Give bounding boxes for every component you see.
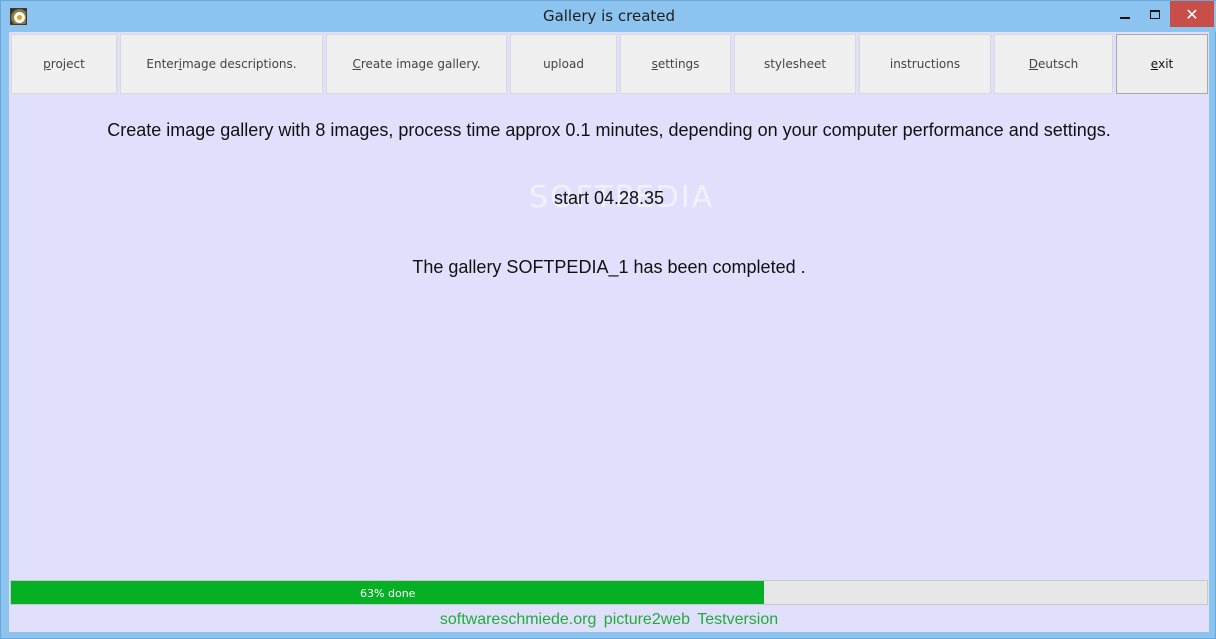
settings-button[interactable]: s ettings: [620, 34, 731, 94]
deutsch-button[interactable]: Deutsch: [994, 34, 1113, 94]
button-label: reate image gallery.: [360, 57, 481, 71]
button-label: ettings: [657, 57, 700, 71]
button-label: stylesheet: [763, 57, 827, 71]
footer-credits: softwareschmiede.org picture2web Testver…: [439, 611, 779, 628]
accelerator-key: D: [1028, 57, 1039, 71]
accelerator-key: e: [1150, 57, 1159, 71]
button-label: mage descriptions.: [181, 57, 297, 71]
maximize-button[interactable]: [1140, 1, 1170, 27]
exit-button[interactable]: e xit: [1116, 34, 1208, 94]
minimize-icon: [1120, 17, 1130, 19]
toolbar: p roject Enter i mage descriptions. Create…: [9, 34, 1209, 94]
close-button[interactable]: ✕: [1170, 1, 1214, 27]
button-label: eutsch: [1038, 57, 1079, 71]
start-time-message: start 04.28.35: [553, 188, 665, 208]
button-label: instructions: [889, 57, 961, 71]
button-label: xit: [1158, 57, 1174, 71]
completion-message: The gallery SOFTPEDIA_1 has been complet…: [412, 257, 806, 277]
enter-image-descriptions-button[interactable]: Enter i mage descriptions.: [120, 34, 323, 94]
button-label: upload: [543, 57, 584, 71]
button-label: roject: [50, 57, 85, 71]
process-message: Create image gallery with 8 images, proc…: [107, 120, 1111, 140]
upload-button[interactable]: upload: [510, 34, 617, 94]
instructions-button[interactable]: instructions: [859, 34, 991, 94]
title-bar[interactable]: Gallery is created ✕: [1, 1, 1216, 32]
progress-bar: 63% done: [10, 580, 1208, 605]
minimize-button[interactable]: [1110, 1, 1140, 27]
window-title: Gallery is created: [542, 7, 676, 25]
close-icon: ✕: [1185, 4, 1199, 24]
create-image-gallery-button[interactable]: Create image gallery.: [326, 34, 507, 94]
progress-label: 63% done: [360, 587, 416, 600]
project-button[interactable]: p roject: [11, 34, 117, 94]
app-window: Gallery is created ✕ p roject Enter i mage…: [0, 0, 1216, 639]
button-label: Enter: [146, 57, 179, 71]
main-panel: p roject Enter i mage descriptions. Create…: [9, 32, 1209, 632]
accelerator-key: p: [43, 57, 51, 71]
stylesheet-button[interactable]: stylesheet: [734, 34, 856, 94]
accelerator-key: C: [352, 57, 361, 71]
maximize-icon: [1150, 9, 1160, 19]
